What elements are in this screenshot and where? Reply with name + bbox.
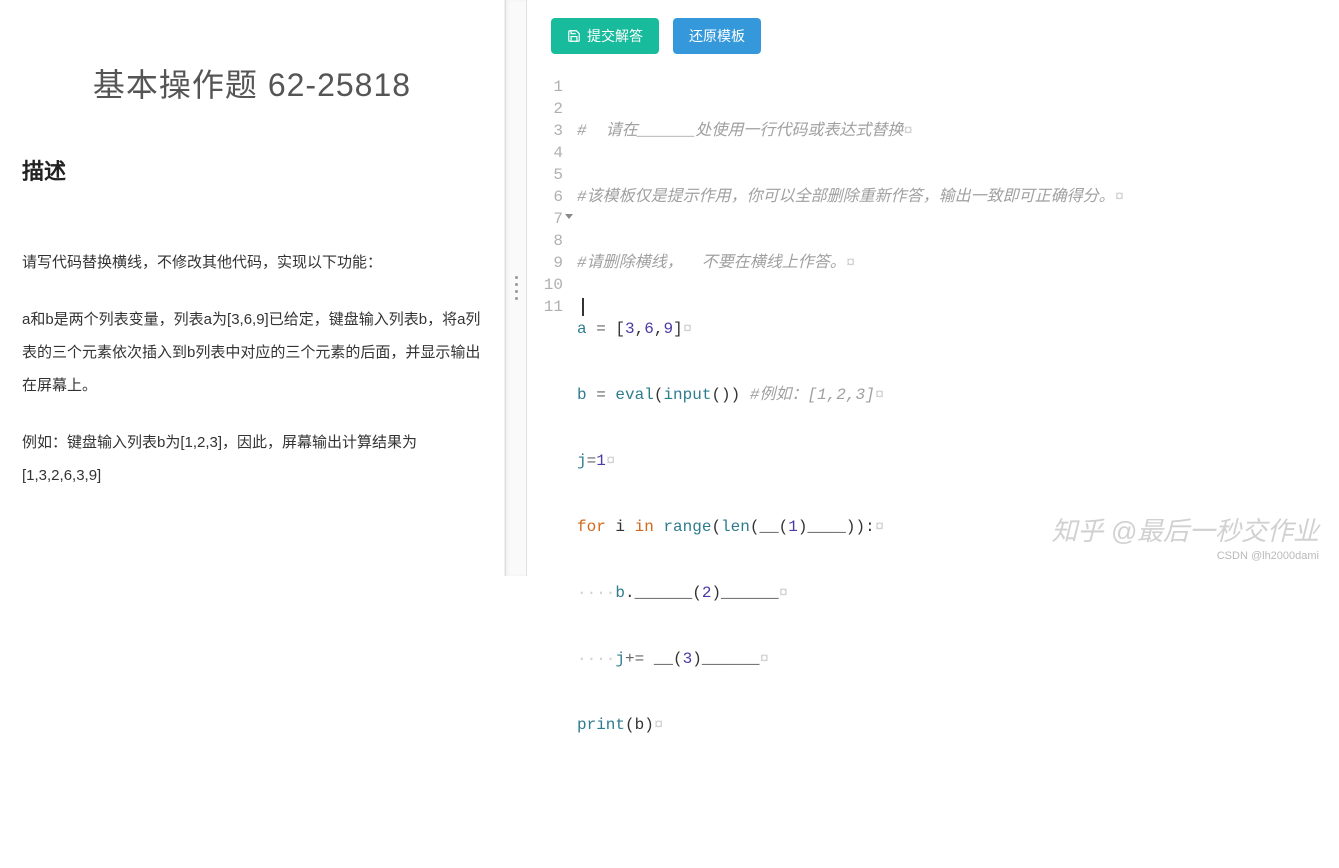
editor-panel: 提交解答 还原模板 1 2 3 4 5 6 7 8 9 10 11 # 请在__… bbox=[527, 0, 1339, 576]
line-number: 10 bbox=[527, 274, 563, 296]
fold-arrow-icon[interactable] bbox=[565, 214, 573, 219]
line-number: 1 bbox=[527, 76, 563, 98]
code-editor[interactable]: 1 2 3 4 5 6 7 8 9 10 11 # 请在______处使用一行代… bbox=[527, 74, 1339, 868]
submit-label: 提交解答 bbox=[587, 26, 643, 46]
line-number: 4 bbox=[527, 142, 563, 164]
splitter-handle[interactable] bbox=[505, 0, 527, 576]
submit-button[interactable]: 提交解答 bbox=[551, 18, 659, 54]
line-gutter: 1 2 3 4 5 6 7 8 9 10 11 bbox=[527, 76, 577, 868]
line-number: 7 bbox=[527, 208, 563, 230]
paragraph-1: 请写代码替换横线，不修改其他代码，实现以下功能： bbox=[22, 246, 482, 279]
toolbar: 提交解答 还原模板 bbox=[527, 0, 1339, 74]
line-number: 2 bbox=[527, 98, 563, 120]
cursor bbox=[582, 298, 584, 316]
reset-button[interactable]: 还原模板 bbox=[673, 18, 761, 54]
line-number: 6 bbox=[527, 186, 563, 208]
paragraph-2: a和b是两个列表变量，列表a为[3,6,9]已给定，键盘输入列表b，将a列表的三… bbox=[22, 303, 482, 402]
description-heading: 描述 bbox=[22, 154, 482, 186]
page-title: 基本操作题 62-25818 bbox=[22, 60, 482, 106]
code-comment: #请删除横线， 不要在横线上作答。 bbox=[577, 254, 846, 272]
line-number: 5 bbox=[527, 164, 563, 186]
problem-panel: 基本操作题 62-25818 描述 请写代码替换横线，不修改其他代码，实现以下功… bbox=[0, 0, 505, 576]
paragraph-3: 例如：键盘输入列表b为[1,2,3]，因此，屏幕输出计算结果为[1,3,2,6,… bbox=[22, 426, 482, 492]
line-number: 9 bbox=[527, 252, 563, 274]
save-icon bbox=[567, 29, 581, 43]
code-content[interactable]: # 请在______处使用一行代码或表达式替换¤ #该模板仅是提示作用，你可以全… bbox=[577, 76, 1339, 868]
code-comment: #该模板仅是提示作用，你可以全部删除重新作答，输出一致即可正确得分。 bbox=[577, 188, 1115, 206]
line-number: 8 bbox=[527, 230, 563, 252]
reset-label: 还原模板 bbox=[689, 26, 745, 46]
line-number: 11 bbox=[527, 296, 563, 318]
line-number: 3 bbox=[527, 120, 563, 142]
code-comment: # 请在______处使用一行代码或表达式替换 bbox=[577, 122, 903, 140]
drag-handle-icon bbox=[515, 276, 518, 300]
